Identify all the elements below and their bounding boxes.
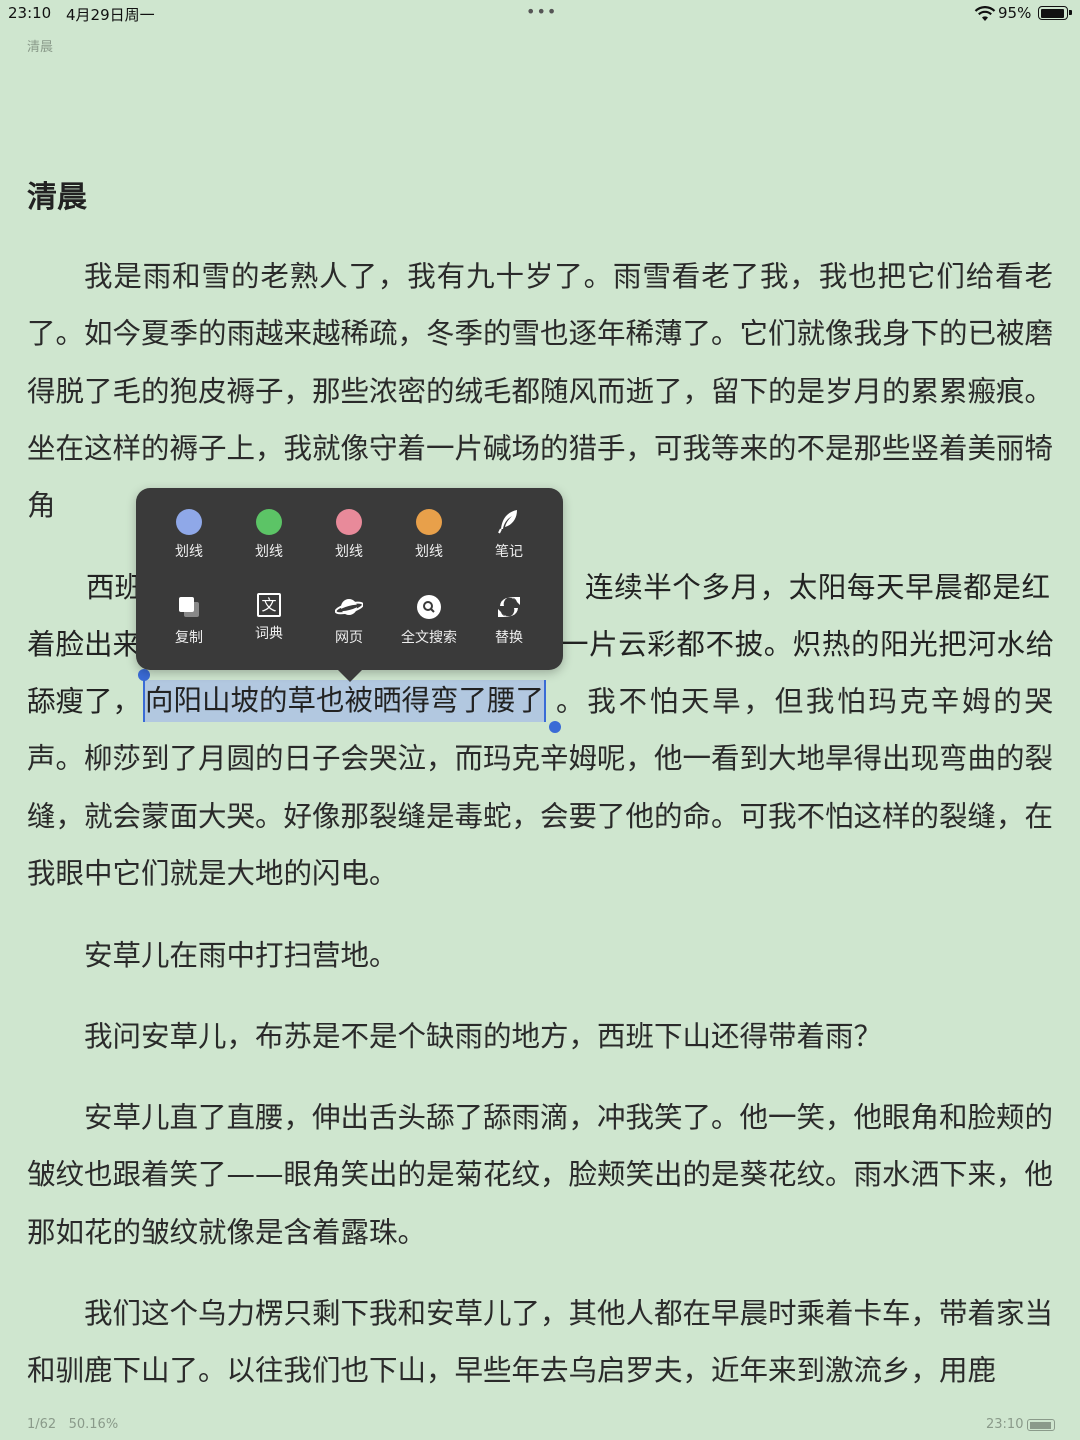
reading-progress: 50.16% bbox=[68, 1417, 119, 1432]
green-color-dot-icon bbox=[256, 509, 282, 535]
paragraph-fragment[interactable]: 一片云彩都不披。炽热的阳光把河水给 bbox=[560, 616, 1055, 673]
menu-label: 划线 bbox=[335, 544, 363, 560]
planet-icon bbox=[335, 599, 363, 615]
footer-time: 23:10 bbox=[986, 1417, 1024, 1432]
web-search-button[interactable]: 网页 bbox=[309, 593, 389, 647]
search-icon bbox=[417, 595, 441, 619]
menu-label: 划线 bbox=[415, 544, 443, 560]
feather-icon bbox=[498, 510, 517, 534]
underline-blue-button[interactable]: 划线 bbox=[149, 509, 229, 561]
battery-icon bbox=[1038, 6, 1072, 20]
copy-button[interactable]: 复制 bbox=[149, 593, 229, 647]
menu-label: 划线 bbox=[255, 544, 283, 560]
dictionary-icon: 文 bbox=[257, 593, 281, 617]
running-head: 清晨 bbox=[27, 40, 54, 55]
chapter-title: 清晨 bbox=[27, 180, 87, 215]
status-date: 4月29日周一 bbox=[66, 6, 155, 24]
replace-button[interactable]: 替换 bbox=[469, 593, 549, 647]
menu-label: 划线 bbox=[175, 544, 203, 560]
footer-battery-icon bbox=[1027, 1419, 1055, 1431]
underline-green-button[interactable]: 划线 bbox=[229, 509, 309, 561]
paragraph[interactable]: 安草儿在雨中打扫营地。 bbox=[27, 927, 1053, 984]
paragraph[interactable]: 安草儿直了直腰，伸出舌头舔了舔雨滴，冲我笑了。他一笑，他眼角和脸颊的皱纹也跟着笑… bbox=[27, 1089, 1053, 1261]
menu-label: 替换 bbox=[495, 630, 523, 646]
menu-label: 网页 bbox=[335, 630, 363, 646]
paragraph-fragment[interactable]: 西班 bbox=[86, 559, 143, 616]
page-progress: 1/62 50.16% bbox=[27, 1417, 118, 1432]
battery-percent: 95% bbox=[998, 4, 1032, 22]
underline-pink-button[interactable]: 划线 bbox=[309, 509, 389, 561]
replace-icon bbox=[498, 597, 520, 617]
multitasking-dots-icon[interactable]: ••• bbox=[526, 2, 557, 21]
page-number: 1/62 bbox=[27, 1417, 57, 1432]
paragraph-fragment[interactable]: 着脸出来 bbox=[27, 616, 141, 673]
copy-icon bbox=[179, 597, 199, 617]
paragraph-fragment[interactable]: 连续半个多月，太阳每天早晨都是红 bbox=[585, 559, 1051, 616]
selection-menu-arrow bbox=[338, 670, 362, 682]
status-time: 23:10 bbox=[8, 4, 52, 22]
note-button[interactable]: 笔记 bbox=[469, 507, 549, 561]
paragraph[interactable]: 我们这个乌力楞只剩下我和安草儿了，其他人都在早晨时乘着卡车，带着家当和驯鹿下山了… bbox=[27, 1285, 1053, 1400]
menu-label: 笔记 bbox=[495, 544, 523, 560]
menu-label: 词典 bbox=[255, 626, 283, 642]
status-bar: 23:10 4月29日周一 ••• 95% bbox=[0, 0, 1080, 28]
wifi-icon bbox=[974, 6, 996, 21]
menu-label: 全文搜索 bbox=[401, 630, 457, 646]
underline-orange-button[interactable]: 划线 bbox=[389, 509, 469, 561]
menu-label: 复制 bbox=[175, 630, 203, 646]
paragraph[interactable]: 。我不怕天旱，但我怕玛克辛姆的哭声。柳莎到了月圆的日子会哭泣，而玛克辛姆呢，他一… bbox=[27, 673, 1053, 902]
pink-color-dot-icon bbox=[336, 509, 362, 535]
dictionary-button[interactable]: 文 词典 bbox=[229, 593, 309, 643]
orange-color-dot-icon bbox=[416, 509, 442, 535]
blue-color-dot-icon bbox=[176, 509, 202, 535]
paragraph[interactable]: 我问安草儿，布苏是不是个缺雨的地方，西班下山还得带着雨？ bbox=[27, 1008, 1053, 1065]
full-text-search-button[interactable]: 全文搜索 bbox=[389, 593, 469, 647]
selection-menu: 划线 划线 划线 划线 笔记 复制 文 词典 网页 全文搜索 替换 bbox=[136, 488, 563, 670]
